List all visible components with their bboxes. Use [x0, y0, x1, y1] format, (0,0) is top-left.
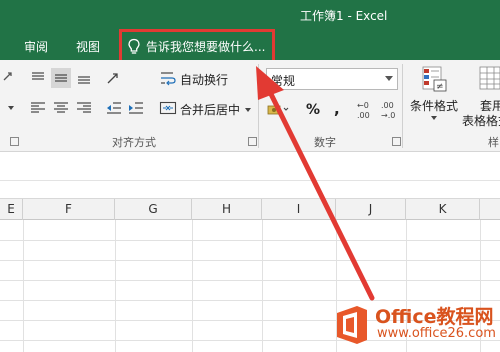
group-separator	[402, 64, 403, 148]
chevron-down-icon	[385, 76, 393, 81]
ribbon-home: 自动换行 合并后居中 对齐方式 常规 % , ←0 .00 .00 →.0 数字…	[0, 60, 500, 152]
watermark-brand: Office教程网	[375, 306, 494, 328]
increase-decimal-icon: ←0 .00	[357, 101, 370, 120]
merge-center-icon	[159, 101, 177, 115]
svg-text:≠: ≠	[436, 82, 444, 92]
align-middle-button[interactable]	[51, 68, 71, 88]
comma-style-button[interactable]: ,	[334, 100, 340, 118]
column-header-f[interactable]: F	[23, 199, 115, 221]
alignment-group-label: 对齐方式	[112, 136, 156, 149]
title-bar: 工作簿1 - Excel	[0, 0, 500, 30]
number-group-label: 数字	[314, 136, 336, 149]
watermark: Office教程网 www.office26.com	[333, 300, 498, 350]
align-middle-icon	[55, 74, 67, 82]
align-right-icon	[77, 102, 91, 113]
currency-icon	[267, 105, 289, 115]
orientation-button[interactable]	[104, 68, 154, 88]
indent-dropdown-caret-icon[interactable]	[8, 106, 14, 110]
grid-line	[0, 260, 500, 261]
collapsed-area	[0, 153, 500, 180]
decrease-decimal-button[interactable]: .00 →.0	[378, 98, 400, 122]
merge-center-icon-box[interactable]	[158, 98, 178, 118]
conditional-format-caret-icon[interactable]	[431, 116, 437, 120]
table-format-label-line2[interactable]: 表格格式	[462, 112, 500, 129]
align-left-button[interactable]	[28, 98, 48, 118]
conditional-format-button[interactable]: 条件格式	[410, 97, 458, 114]
column-header-k[interactable]: K	[406, 199, 480, 221]
number-dialog-launcher-icon[interactable]	[392, 137, 401, 146]
conditional-format-icon-box[interactable]: ≠	[420, 64, 448, 94]
window-title: 工作簿1 - Excel	[300, 9, 388, 23]
percent-style-button[interactable]: %	[306, 102, 320, 118]
column-header-i[interactable]: I	[262, 199, 336, 221]
align-bottom-button[interactable]	[74, 68, 94, 88]
number-format-dropdown[interactable]: 常规	[266, 68, 398, 90]
accounting-format-button[interactable]	[266, 100, 292, 120]
increase-indent-button[interactable]	[126, 98, 146, 118]
align-right-button[interactable]	[74, 98, 94, 118]
column-header-e[interactable]: E	[0, 199, 23, 221]
grid-line	[0, 240, 500, 241]
increase-decimal-button[interactable]: ←0 .00	[354, 98, 376, 122]
tab-review[interactable]: 审阅	[24, 38, 48, 55]
group-separator	[258, 64, 259, 148]
merge-dropdown-caret-icon[interactable]	[245, 108, 251, 112]
styles-group-label: 样	[488, 136, 499, 149]
conditional-format-icon: ≠	[422, 66, 447, 92]
decrease-decimal-icon: .00 →.0	[381, 101, 395, 120]
svg-text:←0: ←0	[357, 101, 369, 110]
align-center-icon	[54, 102, 68, 113]
align-top-button[interactable]	[28, 68, 48, 88]
increase-indent-icon	[129, 102, 143, 114]
align-top-icon	[32, 72, 44, 80]
tell-me-search-box[interactable]: 告诉我您想要做什么...	[119, 29, 275, 64]
svg-text:.00: .00	[357, 111, 370, 120]
table-format-icon-box[interactable]	[477, 64, 500, 94]
column-header-g[interactable]: G	[115, 199, 192, 221]
wrap-text-button[interactable]: 自动换行	[180, 71, 228, 88]
number-format-value: 常规	[271, 74, 296, 88]
column-headers: E F G H I J K	[0, 198, 500, 221]
font-dialog-launcher-icon[interactable]	[10, 137, 19, 146]
tab-view[interactable]: 视图	[76, 38, 100, 55]
formula-bar[interactable]	[0, 180, 500, 198]
align-left-icon	[31, 102, 45, 113]
align-bottom-icon	[78, 76, 90, 84]
lightbulb-icon	[128, 38, 140, 54]
watermark-site: www.office26.com	[377, 326, 496, 341]
tell-me-text: 告诉我您想要做什么...	[146, 40, 266, 54]
svg-text:→.0: →.0	[381, 111, 395, 120]
office-logo-icon	[337, 306, 367, 344]
orientation-icon[interactable]	[2, 70, 14, 82]
wrap-text-icon-box[interactable]	[158, 68, 178, 88]
wrap-text-icon	[161, 72, 176, 86]
grid-line	[0, 280, 500, 281]
align-center-button[interactable]	[51, 98, 71, 118]
column-header-j[interactable]: J	[336, 199, 406, 221]
merge-center-button[interactable]: 合并后居中	[180, 101, 240, 118]
svg-text:.00: .00	[381, 101, 394, 110]
alignment-dialog-launcher-icon[interactable]	[248, 137, 257, 146]
text-orientation-icon	[107, 73, 118, 84]
decrease-indent-button[interactable]	[104, 98, 124, 118]
decrease-indent-icon	[107, 102, 121, 114]
format-as-table-icon	[479, 66, 500, 90]
column-header-h[interactable]: H	[192, 199, 262, 221]
